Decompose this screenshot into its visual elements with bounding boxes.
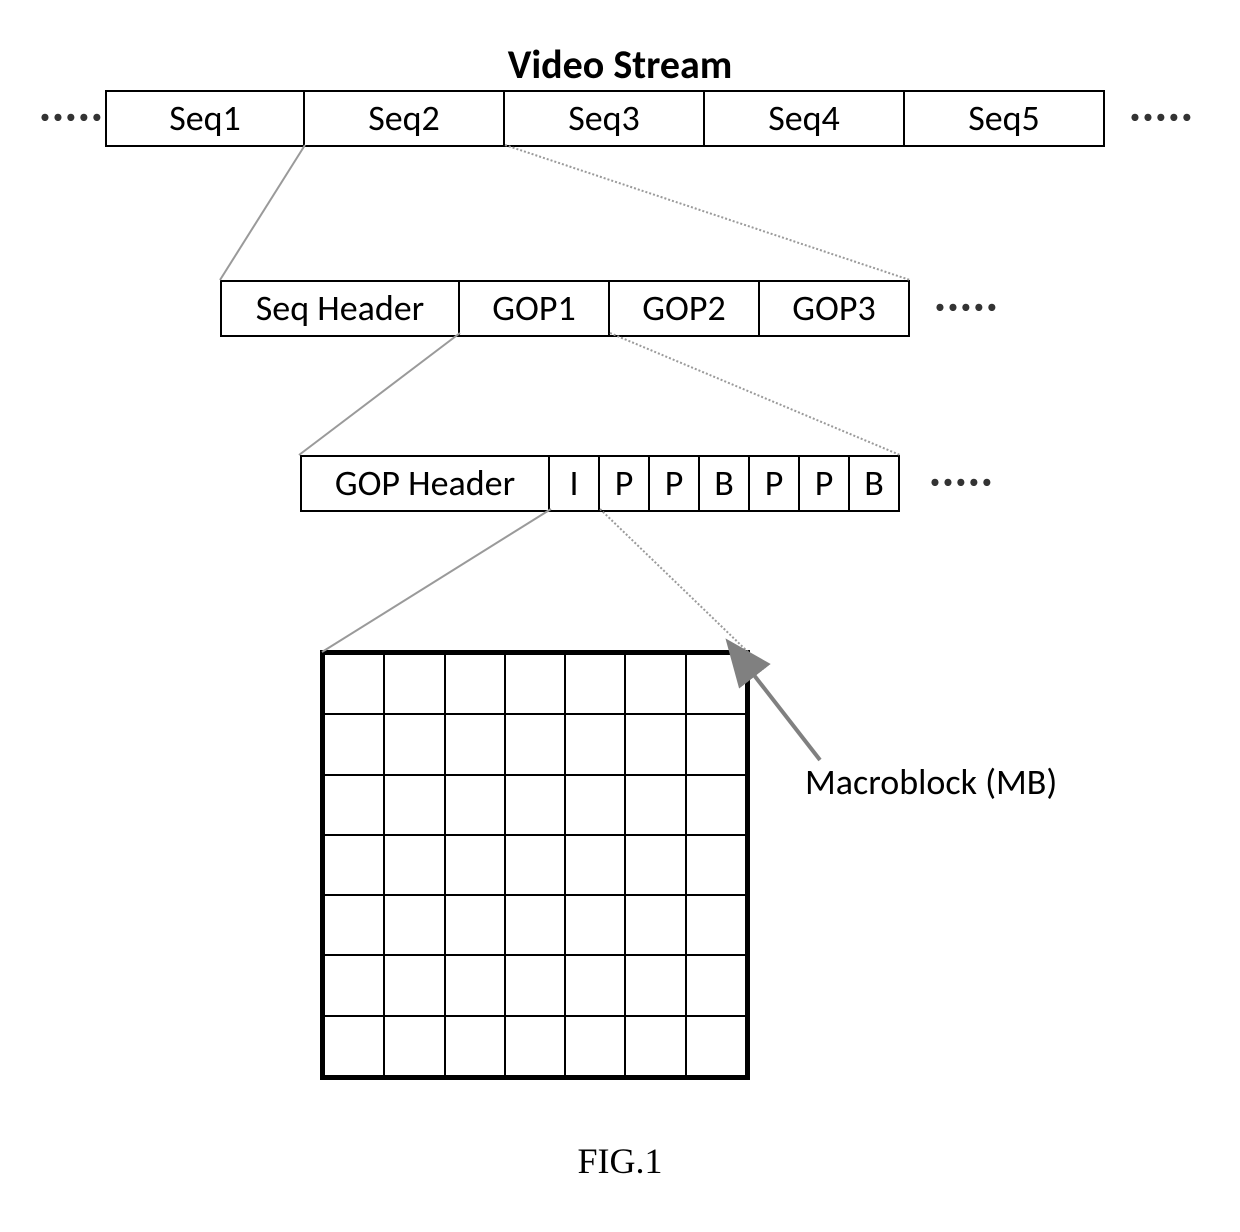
- connector-lines: [30, 40, 1210, 1190]
- video-stream-hierarchy-diagram: Video Stream ••••• Seq1 Seq2 Seq3 Seq4 S…: [30, 40, 1210, 1190]
- figure-caption: FIG.1: [30, 1140, 1210, 1182]
